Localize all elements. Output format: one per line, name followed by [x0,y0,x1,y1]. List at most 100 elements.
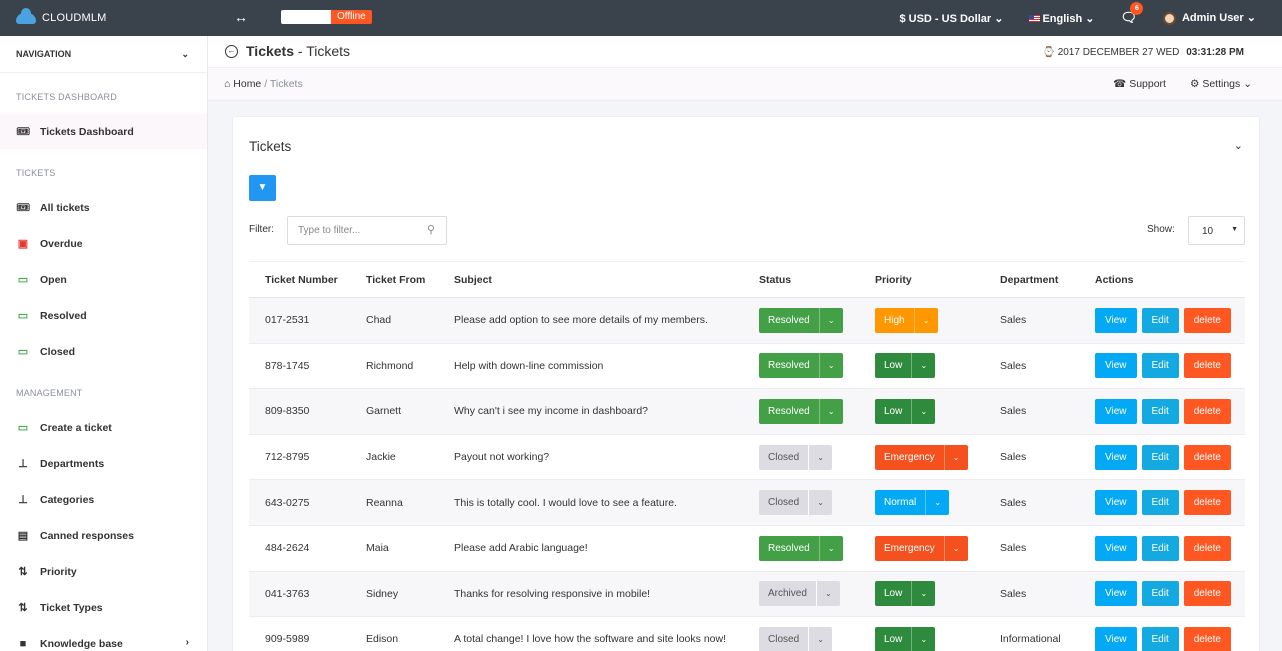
view-button[interactable]: View [1095,581,1137,607]
chevron-down-icon[interactable]: ⌄ [808,490,832,516]
column-header[interactable]: Priority [859,261,984,298]
priority-dropdown[interactable]: Normal ⌄ [875,490,950,516]
sidebar-item-closed[interactable]: ▭ Closed [0,334,207,369]
delete-button[interactable]: delete [1183,444,1231,470]
sidebar-item-categories[interactable]: ⊥ Categories [0,482,207,517]
filter-button[interactable]: ▼ [249,175,276,201]
delete-button[interactable]: delete [1183,535,1231,561]
sidebar-item-departments[interactable]: ⊥ Departments [0,446,207,481]
view-button[interactable]: View [1095,353,1137,379]
breadcrumb-home-link[interactable]: Home [233,78,261,90]
view-button[interactable]: View [1095,490,1137,516]
support-link[interactable]: ☎ Support [1113,78,1166,90]
status-dropdown[interactable]: Resolved ⌄ [759,398,843,424]
column-header[interactable]: Department [984,261,1079,298]
collapse-chevron-icon[interactable]: ⌄ [1234,139,1243,152]
chevron-down-icon[interactable]: ⌄ [818,398,843,424]
edit-button[interactable]: Edit [1141,307,1179,333]
sidebar-toggle-icon[interactable]: ↔ [234,9,248,25]
status-dropdown[interactable]: Closed ⌄ [759,626,833,651]
column-header[interactable]: Ticket From [350,261,438,298]
chevron-down-icon[interactable]: ⌄ [808,626,832,651]
priority-dropdown[interactable]: Low ⌄ [875,626,936,651]
sidebar-item-canned-responses[interactable]: ▤ Canned responses [0,518,207,553]
chevron-down-icon[interactable]: ⌄ [911,626,935,651]
user-menu[interactable]: Admin User ⌄ [1162,11,1256,25]
column-header[interactable]: Ticket Number [249,261,350,298]
navigation-header[interactable]: NAVIGATION ⌄ [0,36,207,73]
delete-button[interactable]: delete [1183,626,1231,651]
priority-dropdown[interactable]: Emergency ⌄ [875,444,968,470]
status-dropdown[interactable]: Archived ⌄ [759,581,840,607]
delete-button[interactable]: delete [1183,353,1231,379]
brand-logo[interactable]: CLOUDMLM [16,0,107,36]
chevron-down-icon[interactable]: ⌄ [815,581,840,607]
chevron-down-icon[interactable]: ⌄ [808,444,832,470]
column-header[interactable]: Status [743,261,859,298]
chevron-down-icon[interactable]: ⌄ [913,307,938,333]
status-cell: Archived ⌄ [743,571,859,618]
priority-dropdown[interactable]: Low ⌄ [875,353,936,379]
delete-button[interactable]: delete [1183,490,1231,516]
sidebar-item-ticket-types[interactable]: ⇅ Ticket Types [0,590,207,625]
view-button[interactable]: View [1095,444,1137,470]
back-arrow-icon[interactable]: ← [225,44,238,58]
edit-button[interactable]: Edit [1141,444,1179,470]
priority-dropdown[interactable]: Low ⌄ [875,581,936,607]
currency-dropdown[interactable]: $ USD - US Dollar ⌄ [899,12,1003,25]
edit-button[interactable]: Edit [1141,535,1179,561]
edit-button[interactable]: Edit [1141,398,1179,424]
user-name: Admin User [1181,12,1244,25]
chevron-down-icon[interactable]: ⌄ [943,535,968,561]
status-label: Closed [768,633,800,645]
column-header[interactable]: Subject [438,261,743,298]
sidebar-item-tickets-dashboard[interactable]: 🎟 Tickets Dashboard [0,114,207,149]
sidebar-item-priority[interactable]: ⇅ Priority [0,554,207,589]
chevron-down-icon[interactable]: ⌄ [911,398,935,424]
view-button[interactable]: View [1095,626,1137,651]
page-size-select[interactable]: 10 ▼ [1188,216,1245,245]
status-dropdown[interactable]: Closed ⌄ [759,490,833,516]
status-dropdown[interactable]: Resolved ⌄ [759,353,843,379]
chevron-down-icon[interactable]: ⌄ [925,490,949,516]
chevron-down-icon[interactable]: ⌄ [818,535,843,561]
view-button[interactable]: View [1095,398,1137,424]
sidebar-item-open[interactable]: ▭ Open [0,262,207,297]
priority-dropdown[interactable]: Emergency ⌄ [875,535,968,561]
settings-dropdown[interactable]: ⚙ Settings ⌄ [1190,78,1252,90]
breadcrumb-separator: / [264,78,268,90]
delete-button[interactable]: delete [1183,581,1231,607]
chevron-down-icon: ⌄ [1085,12,1095,25]
online-status-toggle[interactable]: Offline [281,10,372,24]
priority-dropdown[interactable]: Low ⌄ [875,398,936,424]
language-dropdown[interactable]: English ⌄ [1029,12,1094,25]
sidebar-item-all-tickets[interactable]: 🎟 All tickets [0,190,207,225]
chevron-down-icon[interactable]: ⌄ [943,444,968,470]
sidebar-item-overdue[interactable]: ▣ Overdue [0,226,207,261]
notifications-button[interactable]: 🗨 6 [1120,2,1144,26]
status-dropdown[interactable]: Resolved ⌄ [759,307,843,333]
filter-input[interactable] [287,216,447,245]
chevron-down-icon[interactable]: ⌄ [818,307,843,333]
edit-button[interactable]: Edit [1141,581,1179,607]
chevron-down-icon[interactable]: ⌄ [818,353,843,379]
gear-icon: ⚙ [1189,78,1200,90]
status-dropdown[interactable]: Resolved ⌄ [759,535,843,561]
sidebar-item-create-ticket[interactable]: ▭ Create a ticket [0,410,207,445]
edit-button[interactable]: Edit [1141,353,1179,379]
table-row: 909-5989 Edison A total change! I love how… [249,616,1245,651]
sidebar-item-resolved[interactable]: ▭ Resolved [0,298,207,333]
delete-button[interactable]: delete [1183,307,1231,333]
delete-button[interactable]: delete [1183,398,1231,424]
edit-button[interactable]: Edit [1141,490,1179,516]
chevron-down-icon[interactable]: ⌄ [911,353,935,379]
view-button[interactable]: View [1095,307,1137,333]
section-tickets-dashboard: TICKETS DASHBOARD [16,92,117,102]
view-button[interactable]: View [1095,535,1137,561]
status-dropdown[interactable]: Closed ⌄ [759,444,833,470]
brand-name: CLOUDMLM [42,12,107,24]
sidebar-item-knowledge-base[interactable]: ■ Knowledge base › [0,626,207,651]
priority-dropdown[interactable]: High ⌄ [875,307,938,333]
edit-button[interactable]: Edit [1141,626,1179,651]
chevron-down-icon[interactable]: ⌄ [911,581,935,607]
